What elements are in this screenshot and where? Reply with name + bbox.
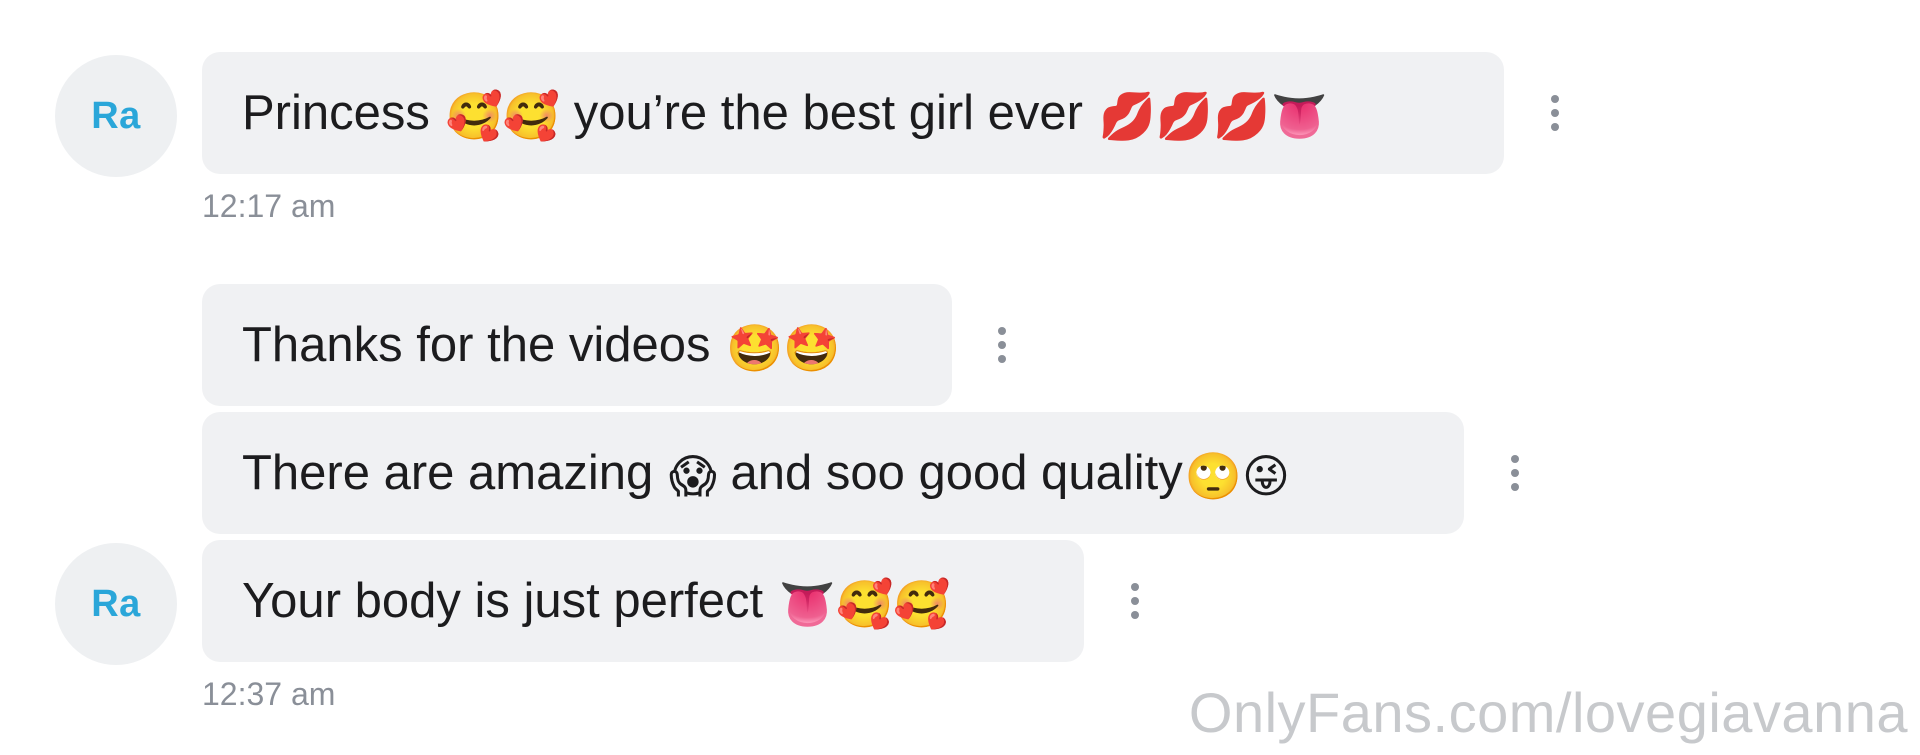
emoji-group: 🥰🥰 — [445, 89, 561, 144]
avatar-initials: Ra — [91, 582, 141, 625]
emoji-group: 🙄😜 — [1184, 449, 1290, 504]
sender-avatar[interactable]: Ra — [55, 543, 177, 665]
message-options-icon[interactable] — [1500, 443, 1530, 503]
emoji-group: 👅🥰🥰 — [778, 577, 951, 632]
message-text: There are amazing 😱 and soo good quality… — [242, 446, 1290, 504]
message-bubble[interactable]: Princess 🥰🥰 you’re the best girl ever 💋💋… — [202, 52, 1504, 174]
message-options-icon[interactable] — [987, 315, 1017, 375]
message-timestamp: 12:17 am — [202, 188, 336, 224]
emoji-group: 😱 — [668, 449, 717, 504]
message-options-icon[interactable] — [1540, 83, 1570, 143]
message-bubble[interactable]: Your body is just perfect 👅🥰🥰 — [202, 540, 1084, 662]
message-options-icon[interactable] — [1120, 571, 1150, 631]
message-text: Princess 🥰🥰 you’re the best girl ever 💋💋… — [242, 86, 1328, 144]
avatar-initials: Ra — [91, 94, 141, 137]
message-text: Your body is just perfect 👅🥰🥰 — [242, 574, 951, 632]
watermark: OnlyFans.com/lovegiavanna — [1188, 681, 1908, 744]
emoji-group: 🤩🤩 — [726, 321, 841, 376]
message-text: Thanks for the videos 🤩🤩 — [242, 318, 841, 376]
sender-avatar[interactable]: Ra — [55, 55, 177, 177]
emoji-group: 💋💋💋👅 — [1098, 89, 1328, 144]
message-bubble[interactable]: Thanks for the videos 🤩🤩 — [202, 284, 952, 406]
message-bubble[interactable]: There are amazing 😱 and soo good quality… — [202, 412, 1464, 534]
message-timestamp: 12:37 am — [202, 676, 336, 712]
